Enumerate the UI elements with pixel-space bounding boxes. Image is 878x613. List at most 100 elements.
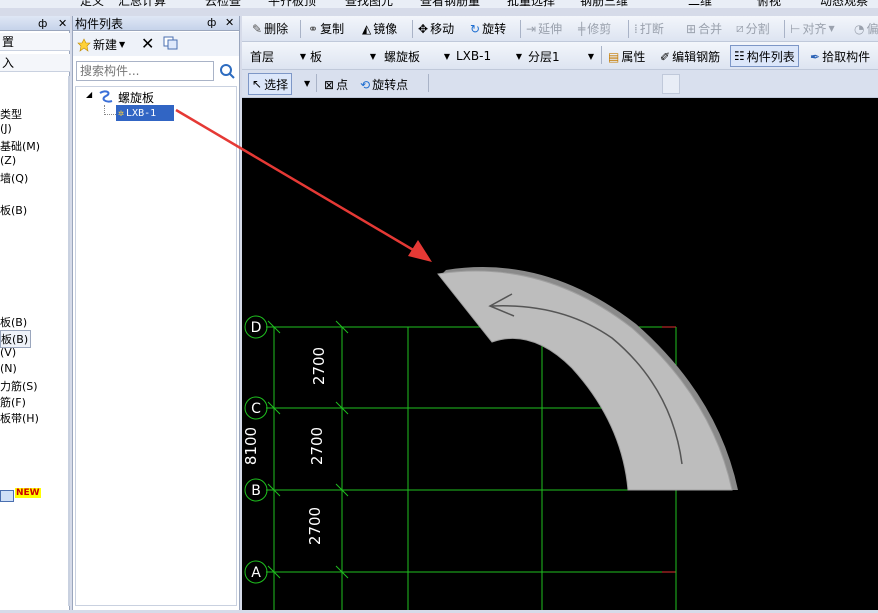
- delete-button[interactable]: ✎ 删除: [252, 20, 288, 37]
- type-select[interactable]: 螺旋板 ▼: [384, 46, 452, 66]
- select-button[interactable]: ↖ 选择: [248, 73, 293, 95]
- new-star-icon: [77, 37, 91, 52]
- floor-select[interactable]: 首层 ▼: [250, 46, 308, 66]
- category-select-value: 板: [310, 49, 323, 64]
- menu-summary-calc[interactable]: 汇总计算: [118, 0, 166, 8]
- copy-component-button[interactable]: [163, 36, 179, 50]
- separator: [316, 74, 317, 92]
- extend-icon: ⇥: [526, 21, 537, 36]
- align-button[interactable]: ⊢ 对齐 ▼: [790, 20, 835, 37]
- floor-select-value: 首层: [250, 49, 275, 64]
- layer-select[interactable]: 分层1 ▼: [528, 46, 596, 66]
- mirror-icon: ◭: [362, 21, 372, 36]
- menu-find-element[interactable]: 查找图元: [345, 0, 393, 8]
- rotate-icon: ↻: [470, 21, 481, 36]
- delete-component-button[interactable]: ✕: [141, 34, 154, 53]
- component-search-input[interactable]: [76, 61, 214, 81]
- break-label: 打断: [639, 22, 664, 36]
- module-nav-header: ф ✕: [0, 16, 70, 31]
- dimension-labels: 2700 2700 2700 8100: [242, 347, 328, 545]
- nav-item-column[interactable]: (Z): [0, 154, 16, 167]
- tree-item-lxb-1[interactable]: ✲ LXB-1: [116, 105, 174, 121]
- nav-item-foundation[interactable]: 基础(M): [0, 138, 40, 154]
- point-button[interactable]: ⊠ 点: [324, 76, 348, 93]
- nav-item-type[interactable]: 类型: [0, 106, 22, 122]
- point-icon: ⊠: [324, 77, 335, 92]
- offset-button[interactable]: ◔ 偏: [854, 20, 878, 37]
- component-select[interactable]: LXB-1 ▼: [456, 46, 524, 66]
- chevron-down-icon: ▼: [299, 52, 306, 61]
- tree-collapse-icon[interactable]: ◢: [86, 90, 92, 99]
- extend-button[interactable]: ⇥ 延伸: [526, 20, 562, 37]
- menu-define[interactable]: 定义: [80, 0, 104, 8]
- split-button[interactable]: ⧄ 分割: [736, 20, 770, 37]
- separator: [300, 20, 301, 38]
- new-component-button[interactable]: 新建 ▼: [77, 36, 125, 53]
- rotate-button[interactable]: ↻ 旋转: [470, 20, 506, 37]
- grid-icon[interactable]: [0, 490, 14, 502]
- nav-row-settings[interactable]: 置: [0, 33, 70, 51]
- menu-dynamic-view[interactable]: 动态观察: [820, 0, 868, 8]
- menu-top-view[interactable]: 俯视: [757, 0, 781, 8]
- properties-button[interactable]: ▤ 属性: [608, 48, 645, 65]
- nav-item-slab-2[interactable]: 板(B): [0, 314, 27, 330]
- menu-cloud-check[interactable]: 云检查: [205, 0, 241, 8]
- mirror-button[interactable]: ◭ 镜像: [362, 20, 397, 37]
- menu-view-rebar[interactable]: 查看钢筋量: [420, 0, 480, 8]
- pin-icon[interactable]: ф: [207, 16, 216, 29]
- extend-label: 延伸: [538, 22, 563, 36]
- nav-item-slab-band[interactable]: 板带(H): [0, 410, 39, 426]
- select-label: 选择: [264, 77, 289, 92]
- break-button[interactable]: ⁞ 打断: [634, 20, 664, 37]
- nav-row-label: 入: [2, 56, 15, 70]
- trim-label: 修剪: [587, 22, 612, 36]
- nav-item-wall[interactable]: 墙(Q): [0, 170, 28, 186]
- copy-icon: ⚭: [308, 21, 319, 36]
- component-tree: ◢ 螺旋板 ✲ LXB-1: [75, 86, 237, 606]
- pin-icon[interactable]: ф: [38, 17, 47, 30]
- menu-batch-select[interactable]: 批量选择: [507, 0, 555, 8]
- search-icon[interactable]: [218, 62, 236, 80]
- nav-item-rebar-f[interactable]: 筋(F): [0, 394, 26, 410]
- spiral-slab[interactable]: [437, 267, 738, 491]
- nav-item-v[interactable]: (V): [0, 346, 16, 359]
- move-button[interactable]: ✥ 移动: [418, 20, 454, 37]
- nav-item-force-rebar[interactable]: 力筋(S): [0, 378, 38, 394]
- chevron-down-icon[interactable]: ▼: [304, 79, 310, 88]
- menu-flush-slab-top[interactable]: 平齐板顶: [268, 0, 316, 8]
- category-select[interactable]: 板 ▼: [310, 46, 378, 66]
- merge-button[interactable]: ⊞ 合并: [686, 20, 722, 37]
- drawing-svg: D C B A 2700 2700 2700 8100: [242, 267, 738, 610]
- new-badge: NEW: [15, 488, 41, 498]
- tree-root-label[interactable]: 螺旋板: [118, 89, 154, 106]
- nav-row-import[interactable]: 入: [0, 54, 70, 72]
- separator: [784, 20, 785, 38]
- edit-rebar-button[interactable]: ✐ 编辑钢筋: [660, 48, 720, 65]
- split-icon: ⧄: [736, 21, 744, 35]
- drawing-canvas[interactable]: D C B A 2700 2700 2700 8100: [242, 98, 878, 610]
- separator: [601, 46, 602, 64]
- component-list-toggle[interactable]: ☷ 构件列表: [730, 45, 799, 67]
- nav-item-j[interactable]: (J): [0, 122, 12, 135]
- menu-rebar-3d[interactable]: 钢筋三维: [580, 0, 628, 8]
- brush-icon: ✎: [252, 21, 263, 36]
- pick-component-label: 拾取构件: [822, 50, 871, 64]
- trim-button[interactable]: ╪ 修剪: [578, 20, 611, 37]
- close-icon[interactable]: ✕: [225, 16, 234, 29]
- copy-button[interactable]: ⚭ 复制: [308, 20, 344, 37]
- close-icon[interactable]: ✕: [58, 17, 67, 30]
- chevron-down-icon: ▼: [119, 40, 126, 49]
- pick-component-button[interactable]: ✒ 拾取构件: [810, 48, 870, 65]
- nav-row-label: 置: [2, 35, 15, 49]
- nav-item-n[interactable]: (N): [0, 362, 17, 375]
- layer-select-value: 分层1: [528, 49, 560, 64]
- merge-label: 合并: [698, 22, 723, 36]
- component-toolbar: 新建 ▼ ✕: [73, 32, 239, 56]
- rotate-point-button[interactable]: ⟲ 旋转点: [360, 76, 408, 93]
- new-component-label: 新建: [93, 38, 118, 52]
- menu-2d[interactable]: 二维: [688, 0, 712, 8]
- component-select-value: LXB-1: [456, 49, 492, 63]
- nav-item-slab[interactable]: 板(B): [0, 202, 27, 218]
- edit-rebar-icon: ✐: [660, 49, 671, 64]
- axis-label-d: D: [251, 320, 262, 336]
